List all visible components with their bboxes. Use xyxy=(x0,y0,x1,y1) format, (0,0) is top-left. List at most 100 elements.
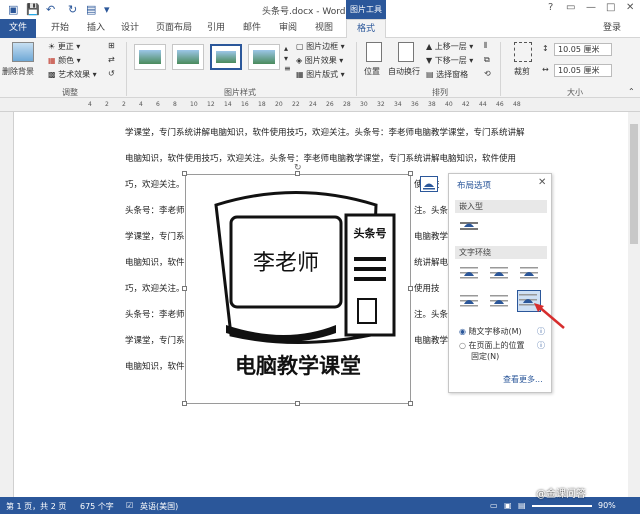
maximize-button[interactable]: □ xyxy=(606,2,615,13)
collapse-ribbon-icon[interactable]: ⌃ xyxy=(628,87,635,96)
tab-references[interactable]: 引用 xyxy=(200,19,232,38)
document-line[interactable]: 学课堂，专门系统讲解电脑知识，软件使用技巧，欢迎关注。头条号：李老师电脑教学课堂… xyxy=(125,126,525,138)
resize-handle-tr[interactable] xyxy=(408,171,413,176)
document-line[interactable]: 学课堂，专门系 xyxy=(125,334,185,346)
document-line[interactable]: 头条号：李老师 xyxy=(125,204,185,216)
remove-background-icon[interactable] xyxy=(12,42,34,62)
group-icon[interactable]: ⧉ xyxy=(484,55,490,65)
save-icon[interactable]: 💾 xyxy=(26,3,40,16)
compress-pictures-icon[interactable]: ⊞ xyxy=(108,41,115,50)
info-icon[interactable]: ⓘ xyxy=(537,340,545,351)
document-line[interactable]: 巧，欢迎关注。 xyxy=(125,282,185,294)
move-with-text-option[interactable]: ◉ 随文字移动(M) xyxy=(459,326,522,337)
remove-background-button[interactable]: 删除背景 xyxy=(2,66,34,77)
document-line-fragment[interactable]: 统讲解电 xyxy=(414,256,448,268)
picture-border-button[interactable]: ▢ 图片边框 ▾ xyxy=(296,41,345,52)
wrap-tight-icon[interactable] xyxy=(489,264,509,282)
minimize-button[interactable]: — xyxy=(586,2,596,13)
customize-qa-icon[interactable]: ▾ xyxy=(104,3,110,16)
resize-handle-b[interactable] xyxy=(295,401,300,406)
selected-picture[interactable]: 李老师 头条号 电脑教学课堂 xyxy=(185,174,411,404)
wrap-text-icon[interactable] xyxy=(398,42,414,62)
web-layout-icon[interactable]: ▤ xyxy=(518,501,526,510)
document-line-fragment[interactable]: 注。头条 xyxy=(414,308,448,320)
wrap-text-button[interactable]: 自动换行 xyxy=(388,66,420,77)
wrap-top-bottom-icon[interactable] xyxy=(459,292,479,310)
document-line[interactable]: 电脑知识，软件 xyxy=(125,256,185,268)
resize-handle-l[interactable] xyxy=(182,286,187,291)
close-panel-button[interactable]: ✕ xyxy=(538,177,546,188)
rotate-handle-icon[interactable]: ↻ xyxy=(294,163,302,173)
login-link[interactable]: 登录 xyxy=(598,19,626,38)
position-icon[interactable] xyxy=(366,42,382,62)
correct-button[interactable]: ☀ 更正 ▾ xyxy=(48,41,80,52)
position-button[interactable]: 位置 xyxy=(364,66,380,77)
wrap-square-icon[interactable] xyxy=(459,264,479,282)
read-mode-icon[interactable]: ▭ xyxy=(490,501,498,510)
proofing-icon[interactable]: ☑ xyxy=(126,501,133,510)
crop-icon[interactable] xyxy=(514,42,532,62)
rotate-icon[interactable]: ⟲ xyxy=(484,69,491,78)
change-picture-icon[interactable]: ⇄ xyxy=(108,55,115,64)
color-button[interactable]: ▦ 颜色 ▾ xyxy=(48,55,81,66)
wrap-behind-text-icon[interactable] xyxy=(489,292,509,310)
horizontal-ruler[interactable]: 4 2 2 4 6 8 10 12 14 16 18 20 22 24 26 28 30 32 34 36 38 40 42… xyxy=(0,98,640,112)
reset-picture-icon[interactable]: ↺ xyxy=(108,69,115,78)
ribbon-display-icon[interactable]: ▭ xyxy=(566,2,575,13)
pic-style-2[interactable] xyxy=(172,44,204,70)
layout-options-icon[interactable] xyxy=(420,176,438,192)
document-line[interactable]: 学课堂，专门系 xyxy=(125,230,185,242)
tab-page-layout[interactable]: 页面布局 xyxy=(150,19,198,38)
undo-icon[interactable]: ↶ xyxy=(46,3,55,16)
zoom-level[interactable]: 90% xyxy=(598,501,616,510)
zoom-slider[interactable] xyxy=(532,505,592,507)
gallery-up-icon[interactable]: ▴ xyxy=(284,44,288,53)
resize-handle-r[interactable] xyxy=(408,286,413,291)
tab-home[interactable]: 开始 xyxy=(44,19,76,38)
resize-handle-bl[interactable] xyxy=(182,401,187,406)
see-more-link[interactable]: 查看更多... xyxy=(503,374,543,385)
scrollbar-thumb[interactable] xyxy=(630,124,638,244)
document-line[interactable]: 巧，欢迎关注。 xyxy=(125,178,185,190)
print-layout-icon[interactable]: ▣ xyxy=(504,501,512,510)
resize-handle-tl[interactable] xyxy=(182,171,187,176)
crop-button[interactable]: 裁剪 xyxy=(514,66,530,77)
bring-forward-button[interactable]: ▲ 上移一层 ▾ xyxy=(426,41,473,52)
print-preview-icon[interactable]: ▤ xyxy=(86,3,96,16)
document-line[interactable]: 电脑知识，软件使用技巧，欢迎关注。头条号：李老师电脑教学课堂，专门系统讲解电脑知… xyxy=(125,152,516,164)
vertical-scrollbar[interactable] xyxy=(628,112,640,497)
help-icon[interactable]: ? xyxy=(548,2,553,13)
selection-pane-button[interactable]: ▤ 选择窗格 xyxy=(426,69,468,80)
tab-design[interactable]: 设计 xyxy=(114,19,146,38)
word-count[interactable]: 675 个字 xyxy=(80,501,114,512)
gallery-more-icon[interactable]: ≡ xyxy=(284,64,291,73)
tab-mailings[interactable]: 邮件 xyxy=(236,19,268,38)
width-input[interactable]: 10.05 厘米 xyxy=(554,64,612,77)
fixed-position-option[interactable]: ○ 在页面上的位置 xyxy=(459,340,525,351)
close-button[interactable]: ✕ xyxy=(626,2,634,13)
document-line[interactable]: 电脑知识，软件 xyxy=(125,360,185,372)
pic-style-1[interactable] xyxy=(134,44,166,70)
tab-file[interactable]: 文件 xyxy=(0,19,36,38)
gallery-down-icon[interactable]: ▾ xyxy=(284,54,288,63)
tab-format[interactable]: 格式 xyxy=(346,19,386,39)
language[interactable]: 英语(美国) xyxy=(140,501,178,512)
pic-style-3[interactable] xyxy=(210,44,242,70)
page-count[interactable]: 第 1 页，共 2 页 xyxy=(6,501,66,512)
wrap-through-icon[interactable] xyxy=(519,264,539,282)
document-line-fragment[interactable]: 使用技 xyxy=(414,282,440,294)
pic-style-4[interactable] xyxy=(248,44,280,70)
redo-icon[interactable]: ↻ xyxy=(68,3,77,16)
inline-wrap-icon[interactable] xyxy=(459,218,479,236)
send-backward-button[interactable]: ▼ 下移一层 ▾ xyxy=(426,55,473,66)
tab-view[interactable]: 视图 xyxy=(308,19,340,38)
document-line[interactable]: 头条号：李老师 xyxy=(125,308,185,320)
height-input[interactable]: 10.05 厘米 xyxy=(554,43,612,56)
picture-layout-button[interactable]: ▦ 图片版式 ▾ xyxy=(296,69,345,80)
tab-review[interactable]: 审阅 xyxy=(272,19,304,38)
document-line-fragment[interactable]: 注。头条 xyxy=(414,204,448,216)
artistic-effects-button[interactable]: ▩ 艺术效果 ▾ xyxy=(48,69,97,80)
align-icon[interactable]: ⫴ xyxy=(484,41,487,51)
tab-insert[interactable]: 插入 xyxy=(80,19,112,38)
picture-effects-button[interactable]: ◈ 图片效果 ▾ xyxy=(296,55,343,66)
